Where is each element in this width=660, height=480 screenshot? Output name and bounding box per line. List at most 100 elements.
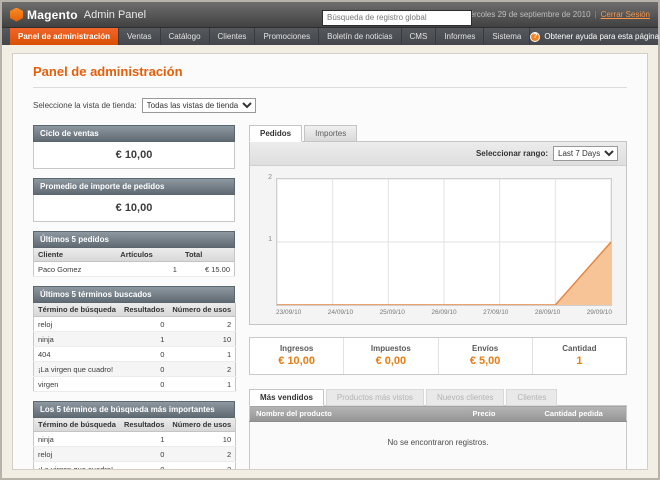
search-term-row[interactable]: ninja 1 10 [34,332,236,347]
tab-productos-mas-vistos[interactable]: Productos más vistos [326,389,424,406]
page-title: Panel de administración [33,64,627,79]
average-orders-title: Promedio de importe de pedidos [33,178,235,195]
search-term-row[interactable]: reloj 0 2 [34,447,236,462]
stat-label: Cantidad [537,344,622,353]
search-uses: 10 [168,332,235,347]
global-search [322,7,472,26]
magento-logo: Magento Admin Panel [10,8,146,22]
search-term: ¡La virgen que cuadro! [34,362,120,377]
nav-cms[interactable]: CMS [402,28,437,45]
x-axis-tick: 23/09/10 [276,309,301,316]
tab-importes[interactable]: Importes [304,125,357,142]
range-select[interactable]: Last 7 Days [553,146,618,161]
x-axis-tick: 27/09/10 [483,309,508,316]
nav-ventas[interactable]: Ventas [119,28,160,45]
help-icon: ? [530,32,540,42]
order-items: 1 [116,262,181,277]
search-term-row[interactable]: ninja 1 10 [34,432,236,447]
order-customer: Paco Gomez [34,262,117,277]
last-search-widget: Últimos 5 términos buscados Término de b… [33,286,235,392]
diagram-tabs: Pedidos Importes [249,125,627,141]
search-results: 0 [120,462,168,471]
store-view-select[interactable]: Todas las vistas de tienda [142,98,256,113]
last-orders-title: Últimos 5 pedidos [33,231,235,248]
search-term-row[interactable]: ¡La virgen que cuadro! 0 2 [34,462,236,471]
order-row[interactable]: Paco Gomez 1 € 15.00 [34,262,235,277]
lifetime-sales-title: Ciclo de ventas [33,125,235,142]
search-term-row[interactable]: 404 0 1 [34,347,236,362]
range-label: Seleccionar rango: [476,149,548,158]
nav-catalogo[interactable]: Catálogo [161,28,210,45]
content-area: Panel de administración Seleccione la vi… [2,45,658,478]
search-uses: 2 [168,317,235,332]
dashboard-sidebar: Ciclo de ventas € 10,00 Promedio de impo… [33,125,235,470]
search-uses: 2 [168,362,235,377]
lifetime-sales-widget: Ciclo de ventas € 10,00 [33,125,235,169]
stat-value: € 0,00 [348,355,433,367]
search-term: ninja [34,432,120,447]
tab-mas-vendidos[interactable]: Más vendidos [249,389,324,406]
search-term-row[interactable]: ¡La virgen que cuadro! 0 2 [34,362,236,377]
column-header: Resultados [120,303,168,317]
search-results: 0 [120,377,168,392]
column-header: Precio [467,406,539,422]
nav-promociones[interactable]: Promociones [255,28,319,45]
search-results: 1 [120,332,168,347]
tab-nuevos-clientes[interactable]: Nuevos clientes [426,389,504,406]
y-axis-tick: 2 [260,174,272,181]
store-view-label: Seleccione la vista de tienda: [33,101,137,110]
x-axis-tick: 29/09/10 [587,309,612,316]
search-uses: 2 [168,462,235,471]
current-date: miércoles 29 de septiembre de 2010 [461,10,590,19]
bestsellers-table: Nombre del producto Precio Cantidad pedi… [249,405,627,470]
logout-link[interactable]: Cerrar Sesión [601,10,650,19]
orders-chart-panel: Seleccionar rango: Last 7 Days 2 1 [249,141,627,325]
tab-pedidos[interactable]: Pedidos [249,125,302,142]
search-uses: 2 [168,447,235,462]
dashboard-panel: Panel de administración Seleccione la vi… [12,53,648,470]
average-orders-value: € 10,00 [33,195,235,222]
stat-value: 1 [537,355,622,367]
totals-bar: Ingresos € 10,00 Impuestos € 0,00 Envíos… [249,337,627,375]
search-term-row[interactable]: reloj 0 2 [34,317,236,332]
column-header: Cantidad pedida [539,406,627,422]
stat-ingresos: Ingresos € 10,00 [250,338,343,374]
column-header: Resultados [120,418,168,432]
tab-clientes[interactable]: Clientes [506,389,557,406]
page-help-link[interactable]: ? Obtener ayuda para esta página [530,28,659,45]
nav-sistema[interactable]: Sistema [484,28,530,45]
last-search-title: Últimos 5 términos buscados [33,286,235,303]
search-term: virgen [34,377,120,392]
table-header-row: Nombre del producto Precio Cantidad pedi… [250,406,627,422]
nav-panel-administracion[interactable]: Panel de administración [10,28,119,45]
search-term: ninja [34,332,120,347]
grids-tabs: Más vendidos Productos más vistos Nuevos… [249,389,627,405]
last-search-table: Término de búsqueda Resultados Número de… [33,303,236,392]
search-results: 0 [120,447,168,462]
stat-impuestos: Impuestos € 0,00 [343,338,437,374]
x-axis-tick: 25/09/10 [380,309,405,316]
search-results: 1 [120,432,168,447]
plot-area: 2 1 23/09/10 24/09/10 25/09/10 26/09/10 [276,178,612,318]
help-label: Obtener ayuda para esta página [544,32,659,41]
table-header-row: Cliente Artículos Total [34,248,235,262]
search-term-row[interactable]: virgen 0 1 [34,377,236,392]
table-header-row: Término de búsqueda Resultados Número de… [34,303,236,317]
stat-label: Ingresos [254,344,339,353]
search-results: 0 [120,347,168,362]
x-axis-labels: 23/09/10 24/09/10 25/09/10 26/09/10 27/0… [276,309,612,318]
lifetime-sales-value: € 10,00 [33,142,235,169]
chart-container: 2 1 23/09/10 24/09/10 25/09/10 26/09/10 [250,166,626,324]
search-results: 0 [120,317,168,332]
empty-row: No se encontraron registros. [250,422,627,471]
header: Magento Admin Panel Accedió como aparo |… [2,2,658,28]
nav-informes[interactable]: Informes [436,28,484,45]
search-term: ¡La virgen que cuadro! [34,462,120,471]
column-header: Término de búsqueda [34,303,120,317]
search-term: reloj [34,447,120,462]
nav-clientes[interactable]: Clientes [210,28,256,45]
column-header: Número de usos [168,418,235,432]
nav-boletin[interactable]: Boletín de noticias [319,28,401,45]
magento-admin-window: Magento Admin Panel Accedió como aparo |… [0,0,660,480]
global-search-input[interactable] [322,10,472,26]
